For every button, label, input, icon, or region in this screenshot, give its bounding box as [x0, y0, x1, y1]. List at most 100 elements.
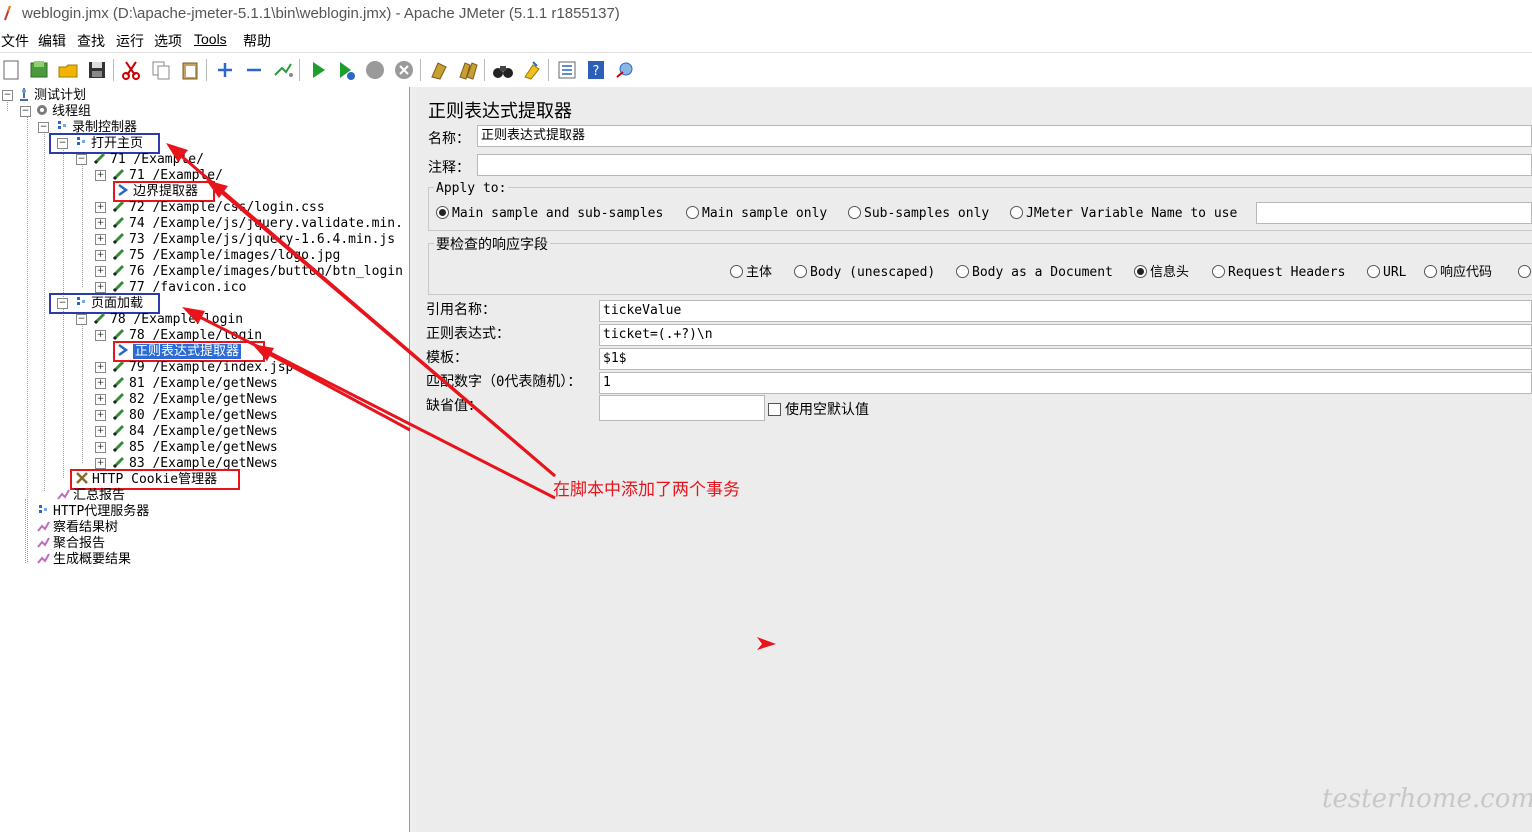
tree-node-proxy-server[interactable]: HTTP代理服务器: [36, 503, 149, 519]
expand-all-icon[interactable]: [214, 59, 236, 81]
menu-tools[interactable]: Tools: [194, 31, 227, 47]
tree-node-test-plan[interactable]: 测试计划: [17, 87, 86, 103]
tree-node-sampler[interactable]: 84 /Example/getNews: [112, 423, 278, 439]
expand-toggle[interactable]: +: [95, 394, 106, 405]
function-helper-icon[interactable]: [556, 59, 578, 81]
expand-toggle[interactable]: +: [95, 202, 106, 213]
use-empty-default-checkbox[interactable]: 使用空默认值: [768, 399, 869, 419]
binoculars-search-icon[interactable]: [492, 59, 514, 81]
tree-node-sampler[interactable]: 82 /Example/getNews: [112, 391, 278, 407]
expand-toggle[interactable]: +: [95, 250, 106, 261]
expand-toggle[interactable]: +: [95, 330, 106, 341]
start-icon[interactable]: [307, 59, 329, 81]
expand-toggle[interactable]: +: [95, 282, 106, 293]
radio-main-and-sub-samples[interactable]: Main sample and sub-samples: [436, 205, 663, 223]
menu-edit[interactable]: 编辑: [38, 31, 66, 51]
radio-headers[interactable]: 信息头: [1134, 264, 1189, 282]
expand-toggle[interactable]: +: [95, 442, 106, 453]
sampler-pen-icon: [112, 200, 125, 213]
tree-node-thread-group[interactable]: 线程组: [35, 103, 91, 119]
radio-sub-samples-only[interactable]: Sub-samples only: [848, 205, 989, 223]
tree-node-sampler[interactable]: 73 /Example/js/jquery-1.6.4.min.js: [112, 231, 395, 247]
tree-node-sampler[interactable]: 74 /Example/js/jquery.validate.min.: [112, 215, 403, 231]
menu-file[interactable]: 文件: [1, 31, 29, 51]
sampler-pen-icon: [112, 264, 125, 277]
radio-jmeter-variable[interactable]: JMeter Variable Name to use: [1010, 205, 1237, 223]
menu-run[interactable]: 运行: [116, 31, 144, 51]
tree-node-sampler[interactable]: 79 /Example/index.jsp: [112, 359, 293, 375]
tree-node-summary-report[interactable]: 汇总报告: [56, 487, 125, 503]
template-label: 模板：: [426, 350, 468, 366]
ref-name-input[interactable]: tickeValue: [599, 300, 1532, 322]
menu-options[interactable]: 选项: [154, 31, 182, 51]
open-icon[interactable]: [57, 59, 79, 81]
tree-node-sampler[interactable]: 76 /Example/images/button/btn_login: [112, 263, 403, 279]
expand-toggle[interactable]: +: [95, 426, 106, 437]
stop-icon[interactable]: [364, 59, 386, 81]
clear-icon[interactable]: [428, 59, 450, 81]
sampler-pen-icon: [93, 152, 106, 165]
template-input[interactable]: $1$: [599, 348, 1532, 370]
tree-node-sampler[interactable]: 81 /Example/getNews: [112, 375, 278, 391]
clear-all-icon[interactable]: [457, 59, 479, 81]
tree-node-aggregate-report[interactable]: 聚合报告: [36, 535, 105, 551]
radio-body[interactable]: 主体: [730, 264, 772, 282]
collapse-toggle[interactable]: −: [2, 90, 13, 101]
match-no-input[interactable]: 1: [599, 372, 1532, 394]
tree-node-view-results-tree[interactable]: 察看结果树: [36, 519, 118, 535]
default-value-input[interactable]: [599, 395, 765, 421]
tree-node-sampler[interactable]: 72 /Example/css/login.css: [112, 199, 325, 215]
templates-icon[interactable]: [28, 59, 50, 81]
radio-response-code[interactable]: 响应代码: [1424, 264, 1492, 282]
save-icon[interactable]: [86, 59, 108, 81]
collapse-toggle[interactable]: −: [76, 314, 87, 325]
ref-name-label: 引用名称：: [426, 302, 496, 318]
start-no-pauses-icon[interactable]: [335, 59, 357, 81]
shutdown-icon[interactable]: [393, 59, 415, 81]
expand-toggle[interactable]: +: [95, 378, 106, 389]
collapse-all-icon[interactable]: [243, 59, 265, 81]
radio-body-unescaped[interactable]: Body (unescaped): [794, 264, 935, 282]
collapse-toggle[interactable]: −: [76, 154, 87, 165]
copy-icon[interactable]: [150, 59, 172, 81]
jmeter-variable-input[interactable]: [1256, 202, 1532, 224]
tree-node-generate-summary[interactable]: 生成概要结果: [36, 551, 131, 567]
radio-url[interactable]: URL: [1367, 264, 1406, 282]
toggle-icon[interactable]: [272, 59, 294, 81]
gear-icon: [37, 105, 47, 115]
menu-search[interactable]: 查找: [77, 31, 105, 51]
expand-toggle[interactable]: +: [95, 266, 106, 277]
collapse-toggle[interactable]: −: [20, 106, 31, 117]
cut-icon[interactable]: [120, 59, 142, 81]
sampler-pen-icon: [93, 312, 106, 325]
expand-toggle[interactable]: +: [95, 410, 106, 421]
radio-more[interactable]: [1518, 264, 1532, 282]
tree-node-sampler[interactable]: 80 /Example/getNews: [112, 407, 278, 423]
sampler-pen-icon: [112, 168, 125, 181]
radio-body-as-document[interactable]: Body as a Document: [956, 264, 1113, 282]
expand-toggle[interactable]: +: [95, 218, 106, 229]
radio-main-sample-only[interactable]: Main sample only: [686, 205, 827, 223]
comment-label: 注释：: [428, 160, 470, 176]
remote-icon[interactable]: [614, 59, 636, 81]
sampler-pen-icon: [112, 248, 125, 261]
help-icon[interactable]: ?: [585, 59, 607, 81]
menu-help[interactable]: 帮助: [243, 31, 271, 51]
expand-toggle[interactable]: +: [95, 458, 106, 469]
tree-node-sampler[interactable]: 78 /Example/login: [93, 311, 243, 327]
radio-request-headers[interactable]: Request Headers: [1212, 264, 1345, 282]
regex-input[interactable]: ticket=(.+?)\n: [599, 324, 1532, 346]
expand-toggle[interactable]: +: [95, 170, 106, 181]
expand-toggle[interactable]: +: [95, 234, 106, 245]
paste-icon[interactable]: [179, 59, 201, 81]
expand-toggle[interactable]: +: [95, 362, 106, 373]
collapse-toggle[interactable]: −: [38, 122, 49, 133]
tree-node-sampler[interactable]: 75 /Example/images/logo.jpg: [112, 247, 340, 263]
comment-input[interactable]: [477, 154, 1532, 176]
field-to-check-label: 要检查的响应字段: [434, 234, 550, 254]
tree-node-sampler[interactable]: 71 /Example/: [93, 151, 204, 167]
tree-node-sampler[interactable]: 85 /Example/getNews: [112, 439, 278, 455]
new-icon[interactable]: [0, 59, 22, 81]
name-input[interactable]: 正则表达式提取器: [477, 125, 1532, 147]
reset-search-icon[interactable]: [521, 59, 543, 81]
